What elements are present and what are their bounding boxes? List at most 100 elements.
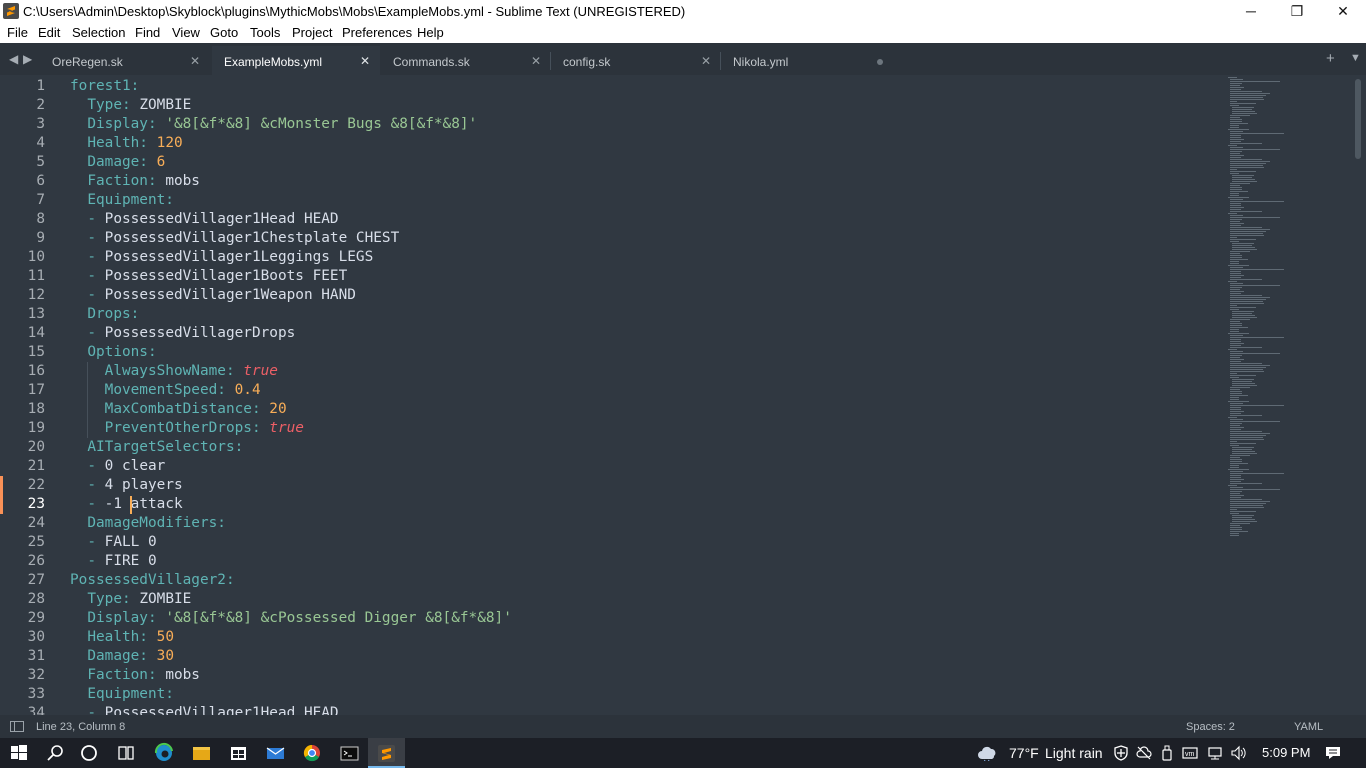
minimap-line xyxy=(1230,207,1245,208)
code-text: Options: xyxy=(87,344,157,360)
code-line[interactable]: 4 Health: 120 xyxy=(0,134,1225,153)
minimap-line xyxy=(1230,307,1257,308)
weather-description[interactable]: Light rain xyxy=(1045,745,1103,761)
tab-nav-right-icon[interactable]: ▶ xyxy=(23,52,32,66)
code-line[interactable]: 32 Faction: mobs xyxy=(0,666,1225,685)
weather-temperature[interactable]: 77°F xyxy=(1009,745,1039,761)
cloud-sync-icon[interactable] xyxy=(1136,745,1152,761)
code-line[interactable]: 7 Equipment: xyxy=(0,191,1225,210)
shield-icon[interactable] xyxy=(1113,745,1129,761)
indentation-setting[interactable]: Spaces: 2 xyxy=(1186,721,1235,733)
close-icon[interactable]: ✕ xyxy=(701,54,711,68)
code-line[interactable]: 26 - FIRE 0 xyxy=(0,552,1225,571)
code-line[interactable]: 27 PossessedVillager2: xyxy=(0,571,1225,590)
code-line[interactable]: 13 Drops: xyxy=(0,305,1225,324)
minimap-line xyxy=(1230,269,1284,270)
windows-icon[interactable] xyxy=(0,738,37,768)
code-line[interactable]: 8 - PossessedVillager1Head HEAD xyxy=(0,210,1225,229)
code-line[interactable]: 16 AlwaysShowName: true xyxy=(0,362,1225,381)
syntax-mode[interactable]: YAML xyxy=(1294,721,1323,733)
code-line[interactable]: 17 MovementSpeed: 0.4 xyxy=(0,381,1225,400)
menu-tools[interactable]: Tools xyxy=(250,25,280,40)
code-line[interactable]: 23 - -1 attack xyxy=(0,495,1225,514)
code-line[interactable]: 18 MaxCombatDistance: 20 xyxy=(0,400,1225,419)
sublime-text-icon[interactable] xyxy=(368,738,405,768)
code-line[interactable]: 11 - PossessedVillager1Boots FEET xyxy=(0,267,1225,286)
volume-icon[interactable] xyxy=(1230,745,1248,761)
task-view-icon[interactable] xyxy=(107,738,144,768)
new-tab-button[interactable]: + xyxy=(1326,50,1335,67)
close-button[interactable]: ✕ xyxy=(1320,0,1366,23)
code-line[interactable]: 29 Display: '&8[&f*&8] &cPossessed Digge… xyxy=(0,609,1225,628)
code-line[interactable]: 2 Type: ZOMBIE xyxy=(0,96,1225,115)
minimap-line xyxy=(1230,439,1265,440)
line-number: 13 xyxy=(27,306,45,322)
close-icon[interactable]: ✕ xyxy=(360,54,370,68)
menu-file[interactable]: File xyxy=(7,25,28,40)
code-line[interactable]: 31 Damage: 30 xyxy=(0,647,1225,666)
code-line[interactable]: 12 - PossessedVillager1Weapon HAND xyxy=(0,286,1225,305)
close-icon[interactable]: ✕ xyxy=(190,54,200,68)
code-line[interactable]: 22 - 4 players xyxy=(0,476,1225,495)
minimap-line xyxy=(1230,347,1262,348)
clock[interactable]: 5:09 PM xyxy=(1262,745,1310,760)
minimap-line xyxy=(1230,305,1237,306)
code-line[interactable]: 3 Display: '&8[&f*&8] &cMonster Bugs &8[… xyxy=(0,115,1225,134)
vertical-scrollbar[interactable] xyxy=(1355,79,1361,159)
code-line[interactable]: 6 Faction: mobs xyxy=(0,172,1225,191)
unsaved-dot-icon[interactable] xyxy=(877,59,883,65)
code-editor[interactable]: 1 forest1: 2 Type: ZOMBIE 3 Display: '&8[&f… xyxy=(0,75,1366,715)
weather-cloud-icon[interactable] xyxy=(976,745,1000,761)
code-line[interactable]: 19 PreventOtherDrops: true xyxy=(0,419,1225,438)
menu-find[interactable]: Find xyxy=(135,25,160,40)
cortana-icon[interactable] xyxy=(71,738,108,768)
tab-nikola[interactable]: Nikola.yml xyxy=(721,46,891,75)
chrome-icon[interactable] xyxy=(294,738,331,768)
code-line[interactable]: 24 DamageModifiers: xyxy=(0,514,1225,533)
maximize-button[interactable]: ❐ xyxy=(1274,0,1320,23)
menu-view[interactable]: View xyxy=(172,25,200,40)
code-line[interactable]: 21 - 0 clear xyxy=(0,457,1225,476)
tab-oreregen[interactable]: OreRegen.sk ✕ xyxy=(40,46,210,75)
tab-list-chevron-icon[interactable]: ▼ xyxy=(1350,52,1361,64)
menu-preferences[interactable]: Preferences xyxy=(342,25,412,40)
panel-toggle-icon[interactable] xyxy=(10,721,24,732)
network-icon[interactable] xyxy=(1206,745,1224,761)
vmware-icon[interactable]: vm xyxy=(1181,745,1199,761)
minimap-line xyxy=(1230,377,1239,378)
tab-nav-left-icon[interactable]: ◀ xyxy=(9,52,18,66)
mail-icon[interactable] xyxy=(257,738,294,768)
tab-commands[interactable]: Commands.sk ✕ xyxy=(381,46,551,75)
tab-examplemobs[interactable]: ExampleMobs.yml ✕ xyxy=(212,46,380,75)
search-icon[interactable] xyxy=(37,738,74,768)
close-icon[interactable]: ✕ xyxy=(531,54,541,68)
code-line[interactable]: 28 Type: ZOMBIE xyxy=(0,590,1225,609)
code-line[interactable]: 33 Equipment: xyxy=(0,685,1225,704)
menu-project[interactable]: Project xyxy=(292,25,332,40)
minimap-line xyxy=(1230,251,1250,252)
minimap[interactable] xyxy=(1228,77,1288,547)
cursor-position[interactable]: Line 23, Column 8 xyxy=(36,721,125,733)
code-line[interactable]: 9 - PossessedVillager1Chestplate CHEST xyxy=(0,229,1225,248)
menu-edit[interactable]: Edit xyxy=(38,25,60,40)
code-line[interactable]: 5 Damage: 6 xyxy=(0,153,1225,172)
code-line[interactable]: 10 - PossessedVillager1Leggings LEGS xyxy=(0,248,1225,267)
usb-drive-icon[interactable] xyxy=(1160,745,1174,761)
tab-config[interactable]: config.sk ✕ xyxy=(551,46,721,75)
minimize-button[interactable]: ─ xyxy=(1228,0,1274,23)
code-line[interactable]: 14 - PossessedVillagerDrops xyxy=(0,324,1225,343)
code-line[interactable]: 30 Health: 50 xyxy=(0,628,1225,647)
code-line[interactable]: 1 forest1: xyxy=(0,77,1225,96)
notification-icon[interactable] xyxy=(1324,745,1342,761)
menu-selection[interactable]: Selection xyxy=(72,25,125,40)
menu-goto[interactable]: Goto xyxy=(210,25,238,40)
code-line[interactable]: 34 - PossessedVillager1Head HEAD xyxy=(0,704,1225,715)
code-line[interactable]: 25 - FALL 0 xyxy=(0,533,1225,552)
edge-icon[interactable] xyxy=(146,738,183,768)
file-explorer-icon[interactable] xyxy=(183,738,220,768)
store-icon[interactable] xyxy=(220,738,257,768)
code-line[interactable]: 15 Options: xyxy=(0,343,1225,362)
terminal-icon[interactable] xyxy=(331,738,368,768)
menu-help[interactable]: Help xyxy=(417,25,444,40)
code-line[interactable]: 20 AITargetSelectors: xyxy=(0,438,1225,457)
